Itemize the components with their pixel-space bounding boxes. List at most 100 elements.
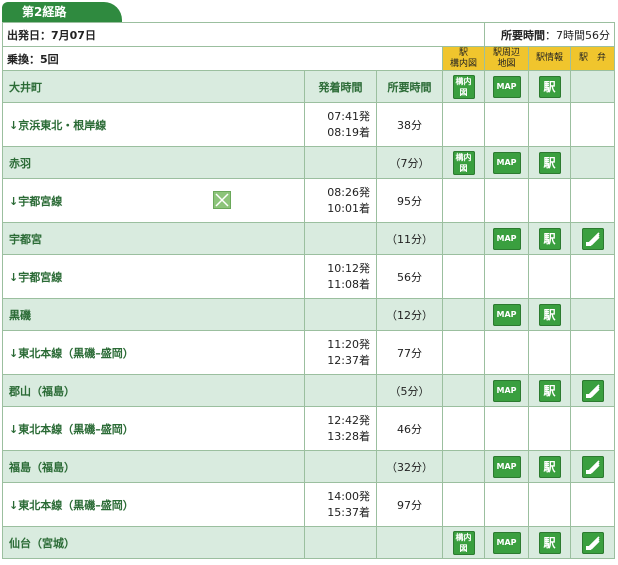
bento-cell <box>570 70 616 103</box>
station-info-button[interactable]: 駅 <box>538 151 561 174</box>
bento-icon[interactable] <box>581 531 604 554</box>
segment-row: ↓宇都宮線 08:26発 10:01着 95分 <box>2 178 616 223</box>
station-row: 仙台（宮城） 構内 図 MAP 駅 <box>2 526 616 559</box>
yard-map-button[interactable]: 構内 図 <box>452 74 475 99</box>
yard-map-cell <box>441 374 486 407</box>
area-map-cell: MAP <box>484 298 530 331</box>
station-info-button[interactable]: 駅 <box>538 303 561 326</box>
empty-cell <box>570 330 616 375</box>
line-name: ↓京浜東北・根岸線 <box>2 102 305 147</box>
yard-map-button[interactable]: 構内 図 <box>452 150 475 175</box>
bento-cell <box>570 450 616 483</box>
station-info-cell: 駅 <box>528 70 572 103</box>
station-info-cell: 駅 <box>528 146 572 179</box>
departure-time: 11:20発 <box>327 337 370 351</box>
segment-row: ↓宇都宮線 10:12発 11:08着 56分 <box>2 254 616 299</box>
station-info-cell: 駅 <box>528 526 572 559</box>
station-row: 大井町 発着時間 所要時間 構内 図 MAP 駅 <box>2 70 616 103</box>
area-map-cell: MAP <box>484 374 530 407</box>
time-cell <box>304 222 377 255</box>
empty-cell <box>570 254 616 299</box>
station-info-button[interactable]: 駅 <box>538 75 561 98</box>
empty-cell <box>441 406 486 451</box>
empty-cell <box>484 406 530 451</box>
time-cell <box>304 526 377 559</box>
area-map-cell: MAP <box>484 526 530 559</box>
station-info-cell: 駅 <box>528 374 572 407</box>
duration-cell: 38分 <box>376 102 443 147</box>
station-info-button[interactable]: 駅 <box>538 379 561 402</box>
yard-map-cell <box>441 298 486 331</box>
station-name: 赤羽 <box>2 146 305 179</box>
station-row: 福島（福島） （32分） MAP 駅 <box>2 450 616 483</box>
yard-map-button[interactable]: 構内 図 <box>452 530 475 555</box>
map-button[interactable]: MAP <box>492 151 521 174</box>
segment-row: ↓東北本線（黒磯–盛岡） 12:42発 13:28着 46分 <box>2 406 616 451</box>
map-button[interactable]: MAP <box>492 455 521 478</box>
map-button[interactable]: MAP <box>492 379 521 402</box>
map-button[interactable]: MAP <box>492 303 521 326</box>
area-map-cell: MAP <box>484 450 530 483</box>
station-row: 宇都宮 （11分） MAP 駅 <box>2 222 616 255</box>
time-cell <box>304 374 377 407</box>
station-name: 宇都宮 <box>2 222 305 255</box>
header-station-info: 駅情報 <box>528 46 572 71</box>
duration-cell: 97分 <box>376 482 443 527</box>
empty-cell <box>441 254 486 299</box>
station-name: 大井町 <box>2 70 305 103</box>
empty-cell <box>441 482 486 527</box>
line-name: ↓東北本線（黒磯–盛岡） <box>2 330 305 375</box>
departure-time: 12:42発 <box>327 413 370 427</box>
map-button[interactable]: MAP <box>492 531 521 554</box>
time-cell <box>304 146 377 179</box>
yard-map-cell <box>441 450 486 483</box>
header-yard-map: 駅 構内図 <box>441 46 486 71</box>
bento-cell <box>570 374 616 407</box>
segment-row: ↓東北本線（黒磯–盛岡） 14:00発 15:37着 97分 <box>2 482 616 527</box>
station-name: 仙台（宮城） <box>2 526 305 559</box>
bento-icon[interactable] <box>581 379 604 402</box>
empty-cell <box>570 178 616 223</box>
station-info-cell: 駅 <box>528 222 572 255</box>
station-info-button[interactable]: 駅 <box>538 531 561 554</box>
station-info-button[interactable]: 駅 <box>538 455 561 478</box>
line-name: ↓東北本線（黒磯–盛岡） <box>2 406 305 451</box>
duration-cell: （5分） <box>376 374 443 407</box>
duration-cell: 77分 <box>376 330 443 375</box>
station-row: 黒磯 （12分） MAP 駅 <box>2 298 616 331</box>
duration-cell: （7分） <box>376 146 443 179</box>
duration-cell: 46分 <box>376 406 443 451</box>
line-name: ↓東北本線（黒磯–盛岡） <box>2 482 305 527</box>
time-cell: 14:00発 15:37着 <box>304 482 377 527</box>
time-cell: 11:20発 12:37着 <box>304 330 377 375</box>
station-name: 郡山（福島） <box>2 374 305 407</box>
bento-cell <box>570 146 616 179</box>
empty-cell <box>441 102 486 147</box>
yard-map-cell: 構内 図 <box>441 70 486 103</box>
bento-cell <box>570 526 616 559</box>
yard-map-cell: 構内 図 <box>441 526 486 559</box>
empty-cell <box>528 406 572 451</box>
time-cell <box>304 450 377 483</box>
empty-cell <box>570 102 616 147</box>
station-info-button[interactable]: 駅 <box>538 227 561 250</box>
empty-cell <box>528 482 572 527</box>
bento-icon[interactable] <box>581 455 604 478</box>
station-row: 郡山（福島） （5分） MAP 駅 <box>2 374 616 407</box>
arrival-time: 13:28着 <box>327 429 370 443</box>
bento-cell <box>570 222 616 255</box>
map-button[interactable]: MAP <box>492 227 521 250</box>
map-button[interactable]: MAP <box>492 75 521 98</box>
train-type-icon <box>213 191 231 209</box>
bento-cell <box>570 298 616 331</box>
empty-cell <box>528 330 572 375</box>
transfer-count: 乗換：5回 <box>2 46 443 71</box>
time-cell <box>304 298 377 331</box>
segment-row: ↓東北本線（黒磯–盛岡） 11:20発 12:37着 77分 <box>2 330 616 375</box>
bento-icon[interactable] <box>581 227 604 250</box>
yard-map-cell: 構内 図 <box>441 146 486 179</box>
route-tab[interactable]: 第2経路 <box>2 2 122 22</box>
station-info-cell: 駅 <box>528 450 572 483</box>
arrival-time: 11:08着 <box>327 277 370 291</box>
station-name: 福島（福島） <box>2 450 305 483</box>
